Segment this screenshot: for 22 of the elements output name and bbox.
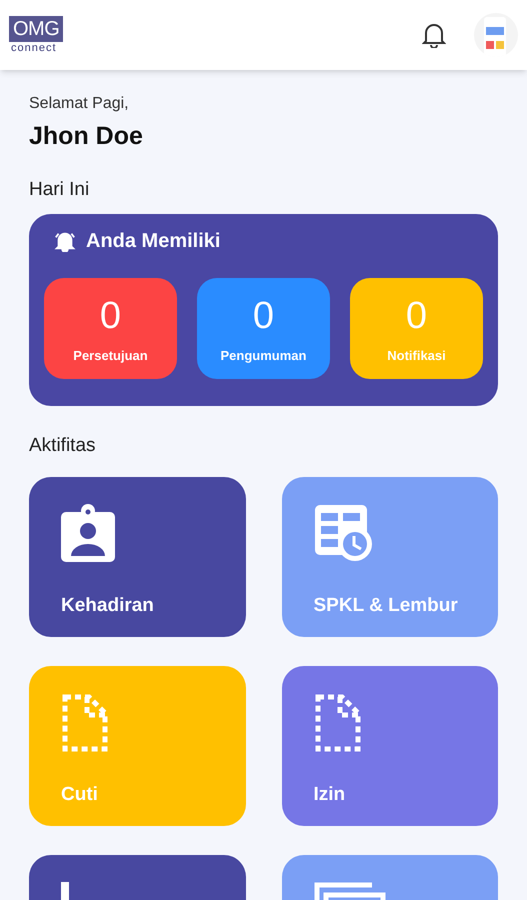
greeting-text: Selamat Pagi, — [29, 94, 130, 114]
count: 0 — [100, 296, 122, 336]
tile-label: Cuti — [61, 782, 99, 806]
section-heading: Aktifitas — [29, 434, 97, 458]
logo-subtext: connect — [11, 42, 57, 54]
logo-text: OMG — [9, 16, 64, 42]
tile-label: Kehadiran — [61, 594, 155, 618]
activity-tile[interactable]: Kehadiran — [29, 476, 246, 636]
counter-tile[interactable]: 0 Persetujuan — [44, 278, 177, 379]
count: 0 — [252, 296, 274, 336]
counter-label: Notifikasi — [387, 347, 446, 365]
activity-tile[interactable]: Izin — [282, 666, 498, 826]
count: 0 — [406, 296, 428, 336]
tile-label: Izin — [314, 782, 346, 806]
counter-tile[interactable]: 0 Pengumuman — [197, 278, 330, 379]
counter-label: Persetujuan — [73, 347, 148, 365]
activity-tile[interactable]: SPKL & Lembur — [282, 476, 498, 636]
card-title: Anda Memiliki — [86, 229, 220, 254]
section-heading: Hari Ini — [29, 178, 90, 202]
tile-label: SPKL & Lembur — [314, 594, 459, 618]
user-name: Jhon Doe — [29, 121, 144, 152]
counter-label: Pengumuman — [220, 347, 306, 365]
